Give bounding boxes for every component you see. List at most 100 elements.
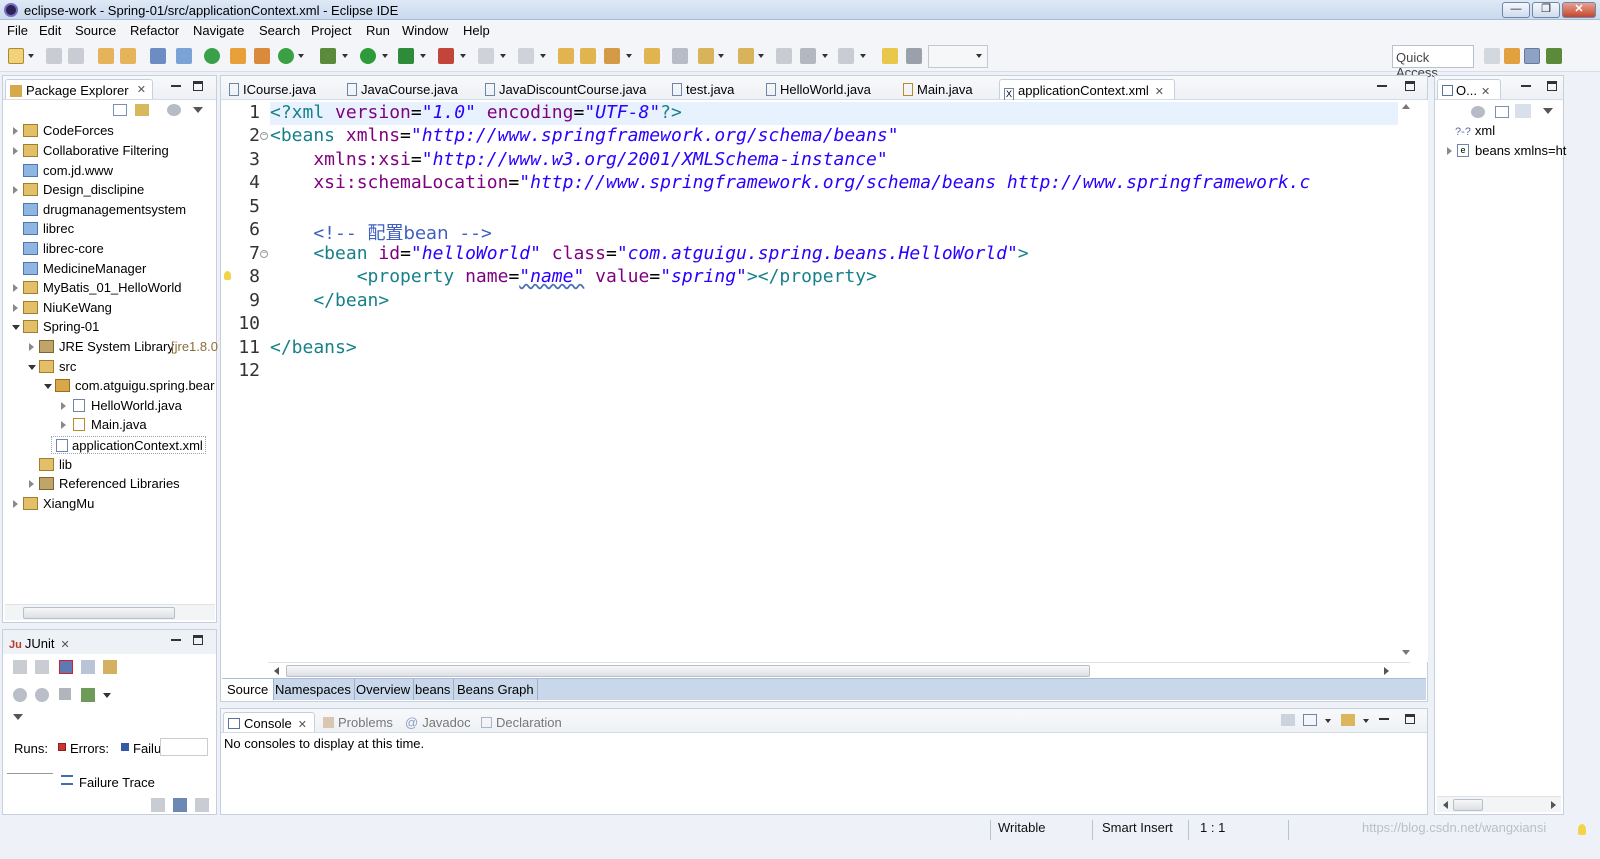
junit-tab[interactable]: Ju JUnit ✕: [5, 633, 74, 653]
maximize-icon[interactable]: [1405, 714, 1415, 724]
minimize-icon[interactable]: [1379, 714, 1389, 720]
editor-vscrollbar[interactable]: [1398, 100, 1414, 662]
tab-helloworld[interactable]: HelloWorld.java: [762, 79, 875, 99]
back-icon[interactable]: [800, 48, 816, 64]
maximize-icon[interactable]: [1405, 81, 1415, 91]
maximize-icon[interactable]: [1547, 81, 1557, 91]
spring-perspective-icon[interactable]: [1504, 48, 1520, 64]
tab-javacourse[interactable]: JavaCourse.java: [343, 79, 462, 99]
new-package-icon[interactable]: [254, 48, 270, 64]
focus-icon[interactable]: [167, 104, 181, 116]
editor-hscrollbar[interactable]: [268, 662, 1410, 678]
tab-applicationcontext[interactable]: XapplicationContext.xml ✕: [999, 79, 1175, 101]
stop-icon[interactable]: [478, 48, 494, 64]
scroll-up-icon[interactable]: [1402, 104, 1410, 109]
tab-main[interactable]: Main.java: [899, 79, 977, 99]
code-editor[interactable]: 1 2 3 4 5 6 7 8 9 10 11 12 − − <?xml ver…: [222, 100, 1428, 662]
menu-refactor[interactable]: Refactor: [130, 23, 179, 38]
copy-trace-icon[interactable]: [195, 798, 209, 812]
menu-help[interactable]: Help: [463, 23, 490, 38]
filter-trace-icon[interactable]: [151, 798, 165, 812]
save-icon[interactable]: [46, 48, 62, 64]
menu-search[interactable]: Search: [259, 23, 300, 38]
external-tools-icon[interactable]: [438, 48, 454, 64]
minimize-icon[interactable]: [1521, 81, 1531, 87]
menu-navigate[interactable]: Navigate: [193, 23, 244, 38]
minimize-icon[interactable]: [1377, 81, 1387, 87]
scroll-left-icon[interactable]: [1443, 801, 1448, 809]
page-tab-overview[interactable]: Overview: [353, 679, 415, 700]
scroll-left-icon[interactable]: [274, 667, 279, 675]
sort-icon[interactable]: [1515, 104, 1531, 118]
next-failure-icon[interactable]: [13, 660, 27, 674]
rerun-icon[interactable]: [13, 688, 27, 702]
menu-file[interactable]: File: [7, 23, 28, 38]
page-tab-namespaces[interactable]: Namespaces: [272, 679, 355, 700]
tab-console[interactable]: Console ✕: [223, 712, 315, 732]
pin-editor-icon[interactable]: [882, 48, 898, 64]
prev-annotation-icon[interactable]: [738, 48, 754, 64]
maximize-icon[interactable]: [193, 81, 203, 91]
grid-icon[interactable]: [906, 48, 922, 64]
menu-edit[interactable]: Edit: [39, 23, 61, 38]
tab-outline[interactable]: O... ✕: [1437, 79, 1501, 99]
fold-toggle-icon[interactable]: −: [260, 250, 268, 258]
close-tab-icon[interactable]: ✕: [298, 719, 307, 731]
scroll-lock-icon[interactable]: [81, 660, 95, 674]
last-edit-icon[interactable]: [776, 48, 792, 64]
open-task-icon[interactable]: [558, 48, 574, 64]
search-folder-icon[interactable]: [644, 48, 660, 64]
stop-icon[interactable]: [59, 688, 71, 700]
open-console-icon[interactable]: [1341, 714, 1355, 726]
package-explorer-tab[interactable]: Package Explorer ✕: [5, 79, 153, 99]
open-folder-icon[interactable]: [580, 48, 596, 64]
dropdown-icon[interactable]: [1363, 719, 1369, 723]
outline-hscrollbar[interactable]: [1437, 796, 1561, 812]
menu-source[interactable]: Source: [75, 23, 116, 38]
outline-item-xml[interactable]: ?-? xml: [1455, 122, 1495, 140]
scroll-down-icon[interactable]: [1402, 650, 1410, 655]
quick-access-input[interactable]: Quick Access: [1392, 45, 1474, 80]
scroll-right-icon[interactable]: [1384, 667, 1389, 675]
link-editor-icon[interactable]: [135, 104, 149, 116]
tip-lightbulb-icon[interactable]: [1578, 824, 1586, 835]
new-class-icon[interactable]: [278, 48, 294, 64]
close-tab-icon[interactable]: ✕: [1155, 86, 1164, 98]
menu-run[interactable]: Run: [366, 23, 390, 38]
save-all-icon[interactable]: [68, 48, 84, 64]
coverage-icon[interactable]: [398, 48, 414, 64]
collapse-all-icon[interactable]: [1495, 106, 1509, 118]
skip-breakpoints-icon[interactable]: [176, 48, 192, 64]
minimize-icon[interactable]: [171, 81, 181, 87]
close-tab-icon[interactable]: ✕: [137, 83, 146, 96]
history-icon[interactable]: [103, 660, 117, 674]
new-icon[interactable]: [8, 48, 24, 64]
fold-toggle-icon[interactable]: −: [260, 132, 268, 140]
page-tab-beans[interactable]: beans: [412, 679, 455, 700]
package-explorer-hscrollbar[interactable]: [5, 604, 215, 620]
menu-window[interactable]: Window: [402, 23, 448, 38]
quick-fix-lightbulb-icon[interactable]: [224, 271, 231, 280]
previous-failure-icon[interactable]: [35, 660, 49, 674]
new-java-project-icon[interactable]: [230, 48, 246, 64]
scroll-thumb[interactable]: [23, 607, 175, 619]
dropdown-icon[interactable]: [103, 693, 111, 698]
open-type-icon[interactable]: [120, 48, 136, 64]
test-run-history-icon[interactable]: [81, 688, 95, 702]
debug-icon[interactable]: [320, 48, 336, 64]
maximize-icon[interactable]: [193, 635, 203, 645]
minimize-icon[interactable]: [171, 635, 181, 641]
java-ee-perspective-icon[interactable]: [1524, 48, 1540, 64]
toggle-mark-icon[interactable]: [672, 48, 688, 64]
pencil-icon[interactable]: [604, 48, 620, 64]
tab-declaration[interactable]: Declaration: [477, 712, 566, 732]
tab-javadoc[interactable]: @ Javadoc: [401, 712, 475, 732]
disconnect-icon[interactable]: [518, 48, 534, 64]
close-tab-icon[interactable]: ✕: [60, 639, 69, 651]
tab-icourse[interactable]: ICourse.java: [225, 79, 320, 99]
debug-perspective-icon[interactable]: [1546, 48, 1562, 64]
spring-icon[interactable]: [204, 48, 220, 64]
forward-icon[interactable]: [838, 48, 854, 64]
focus-icon[interactable]: [1471, 106, 1485, 118]
tree-item-applicationcontext-xml[interactable]: applicationContext.xml: [51, 436, 206, 454]
